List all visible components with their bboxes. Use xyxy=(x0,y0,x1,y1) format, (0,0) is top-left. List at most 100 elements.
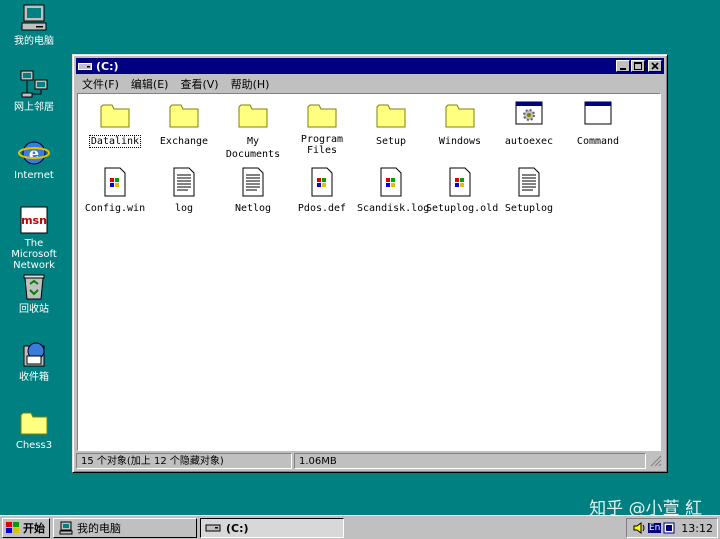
file-item-label: log xyxy=(174,203,194,214)
text-file-icon xyxy=(173,167,195,197)
start-button[interactable]: 开始 xyxy=(2,518,50,538)
file-item-autoexec[interactable]: autoexec xyxy=(495,99,563,147)
folder-icon xyxy=(445,104,475,128)
desktop-icon-recycle-bin[interactable]: 回收站 xyxy=(0,270,68,315)
desktop-icon-label: 网上邻居 xyxy=(14,102,54,113)
start-label: 开始 xyxy=(23,522,45,535)
folder-icon xyxy=(376,104,406,128)
file-item-program-files[interactable]: Program Files xyxy=(288,99,356,156)
taskbar: 开始 我的电脑 (C:) En 13:12 xyxy=(0,515,720,539)
desktop-icon-msn[interactable]: msn The Microsoft Network xyxy=(0,204,68,271)
status-object-count: 15 个对象(加上 12 个隐藏对象) xyxy=(76,453,292,469)
menu-bar: 文件(F) 编辑(E) 查看(V) 帮助(H) xyxy=(76,75,275,93)
menu-edit[interactable]: 编辑(E) xyxy=(125,76,175,92)
resize-grip-icon[interactable] xyxy=(648,453,662,467)
input-language-indicator[interactable]: En xyxy=(647,523,662,533)
windows-file-icon xyxy=(449,167,471,197)
status-bar: 15 个对象(加上 12 个隐藏对象) 1.06MB xyxy=(76,453,664,469)
explorer-window[interactable]: (C:) 文件(F) 编辑(E) 查看(V) 帮助(H) Datalink Ex… xyxy=(72,54,668,473)
text-file-icon xyxy=(242,167,264,197)
menu-help[interactable]: 帮助(H) xyxy=(225,76,276,92)
input-method-icon[interactable] xyxy=(663,522,675,534)
minimize-button[interactable] xyxy=(616,60,630,72)
close-icon xyxy=(651,62,659,70)
svg-text:e: e xyxy=(29,144,39,163)
minimize-icon xyxy=(620,68,626,70)
file-item-label: Windows xyxy=(438,136,482,147)
file-item-setuplog[interactable]: Setuplog xyxy=(495,166,563,214)
file-item-setup[interactable]: Setup xyxy=(357,99,425,147)
desktop-icon-internet[interactable]: e Internet xyxy=(0,136,68,181)
internet-explorer-icon: e xyxy=(18,141,50,165)
task-button-label: 我的电脑 xyxy=(77,522,121,535)
file-item-label: Config.win xyxy=(84,203,146,214)
file-item-netlog[interactable]: Netlog xyxy=(219,166,287,214)
desktop-icon-chess3[interactable]: Chess3 xyxy=(0,406,68,451)
file-item-label: My Documents xyxy=(225,136,281,160)
system-tray: En 13:12 xyxy=(626,518,718,538)
file-item-my-documents[interactable]: My Documents xyxy=(219,99,287,160)
status-size: 1.06MB xyxy=(294,453,646,469)
file-item-label: Command xyxy=(576,136,620,147)
maximize-icon xyxy=(634,62,642,70)
drive-icon xyxy=(78,63,92,70)
file-item-label: Program Files xyxy=(300,134,344,156)
file-item-label: Scandisk.log xyxy=(357,203,430,214)
window-titlebar[interactable]: (C:) xyxy=(76,58,664,74)
speaker-icon[interactable] xyxy=(632,521,646,535)
folder-icon xyxy=(238,104,268,128)
windows-logo-icon xyxy=(6,522,19,533)
task-button-my-computer[interactable]: 我的电脑 xyxy=(53,518,197,538)
window-title: (C:) xyxy=(96,59,119,73)
file-item-pdos-def[interactable]: Pdos.def xyxy=(288,166,356,214)
ms-dos-program-icon xyxy=(584,101,612,125)
desktop-icon-label: 回收站 xyxy=(19,304,49,315)
computer-icon xyxy=(21,4,47,31)
windows-file-icon xyxy=(380,167,402,197)
desktop-icon-network[interactable]: 网上邻居 xyxy=(0,68,68,113)
file-item-datalink[interactable]: Datalink xyxy=(81,99,149,148)
file-item-label: autoexec xyxy=(504,136,554,147)
batch-file-icon xyxy=(515,101,543,125)
folder-icon xyxy=(307,104,337,128)
file-item-windows[interactable]: Windows xyxy=(426,99,494,147)
msn-icon: msn xyxy=(20,206,48,234)
file-item-config-win[interactable]: Config.win xyxy=(81,166,149,214)
file-item-label: Exchange xyxy=(159,136,209,147)
menu-view[interactable]: 查看(V) xyxy=(174,76,224,92)
desktop-icon-inbox[interactable]: 收件箱 xyxy=(0,338,68,383)
file-item-label: Setuplog.old xyxy=(426,203,499,214)
computer-icon xyxy=(59,521,73,535)
folder-icon xyxy=(20,412,48,435)
close-button[interactable] xyxy=(648,60,662,72)
menu-file[interactable]: 文件(F) xyxy=(76,76,125,92)
drive-icon xyxy=(205,524,221,532)
windows-file-icon xyxy=(311,167,333,197)
file-item-command[interactable]: Command xyxy=(564,99,632,147)
file-item-scandisk-log[interactable]: Scandisk.log xyxy=(357,166,429,214)
task-button-c-drive[interactable]: (C:) xyxy=(200,518,344,538)
inbox-icon xyxy=(23,342,45,367)
file-item-log[interactable]: log xyxy=(150,166,218,214)
desktop-icon-label: The Microsoft Network xyxy=(11,238,57,271)
file-item-label: Setuplog xyxy=(504,203,554,214)
desktop-icon-my-computer[interactable]: 我的电脑 xyxy=(0,2,68,47)
folder-icon xyxy=(169,104,199,128)
svg-text:msn: msn xyxy=(21,214,47,227)
folder-icon xyxy=(100,104,130,128)
desktop-icon-label: Chess3 xyxy=(15,440,53,451)
desktop-icon-label: 收件箱 xyxy=(19,372,49,383)
maximize-button[interactable] xyxy=(631,60,645,72)
file-item-exchange[interactable]: Exchange xyxy=(150,99,218,147)
text-file-icon xyxy=(518,167,540,197)
clock: 13:12 xyxy=(681,521,713,535)
recycle-bin-icon xyxy=(23,274,45,300)
task-button-label: (C:) xyxy=(226,521,249,535)
windows-file-icon xyxy=(104,167,126,197)
network-icon xyxy=(20,70,48,98)
file-item-setuplog-old[interactable]: Setuplog.old xyxy=(426,166,498,214)
file-item-label: Setup xyxy=(375,136,407,147)
file-list-view[interactable]: Datalink Exchange My Documents Program F… xyxy=(77,93,661,451)
file-item-label: Netlog xyxy=(234,203,272,214)
file-item-label: Pdos.def xyxy=(297,203,347,214)
